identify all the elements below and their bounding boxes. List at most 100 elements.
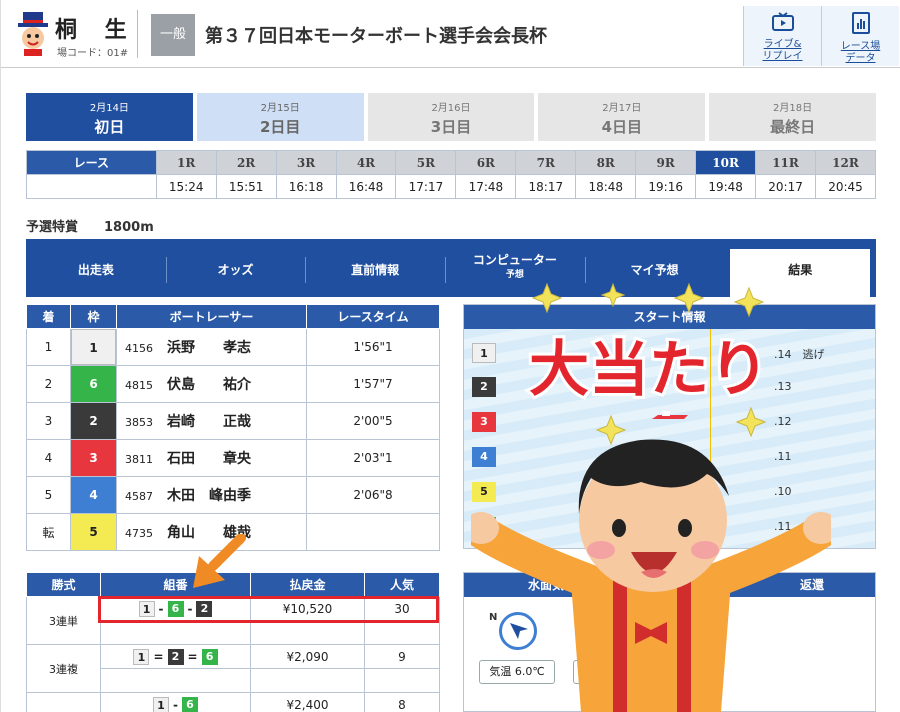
deadline-time: 20:45 — [815, 174, 876, 199]
race-link-2[interactable]: 2R — [215, 150, 277, 175]
deadline-time: 15:24 — [155, 174, 217, 199]
table-row: 4 3 3811 石田 章央 2'03"1 — [26, 439, 440, 477]
racer-cell[interactable]: 3811 石田 章央 — [116, 439, 307, 477]
race-link-4[interactable]: 4R — [335, 150, 397, 175]
lane-badge: 2 — [71, 403, 116, 439]
payout-amount: ¥2,090 — [250, 644, 365, 669]
lane-badge: 4 — [71, 477, 116, 513]
day-date: 2月17日 — [602, 103, 642, 114]
day-label: 4日目 — [601, 118, 642, 136]
race-link-10[interactable]: 10R — [695, 150, 757, 175]
start-line — [710, 329, 711, 548]
racer-cell[interactable]: 4587 木田 峰由季 — [116, 476, 307, 514]
tab-odds[interactable]: オッズ — [165, 249, 306, 297]
day-label: 初日 — [94, 118, 125, 136]
race-link-1[interactable]: 1R — [155, 150, 217, 175]
race-link-5[interactable]: 5R — [395, 150, 457, 175]
temperature-box: 気温 6.0℃ — [479, 660, 555, 684]
wind-compass-icon — [499, 612, 537, 650]
race-link-9[interactable]: 9R — [635, 150, 697, 175]
day-tab-2[interactable]: 2月15日 2日目 — [196, 93, 368, 141]
start-info-title: スタート情報 — [464, 305, 875, 329]
race-link-6[interactable]: 6R — [455, 150, 517, 175]
day-label: 最終日 — [770, 118, 816, 136]
empty-cell — [364, 668, 440, 693]
tab-label: マイ予想 — [630, 263, 679, 277]
day-tab-5[interactable]: 2月18日最終日 — [709, 93, 876, 141]
tab-pre-race-info[interactable]: 直前情報 — [305, 249, 445, 297]
racer-cell[interactable]: 3853 岩崎 正哉 — [116, 402, 307, 440]
deadline-time: 16:18 — [275, 174, 337, 199]
start-lane-badge: 5 — [472, 482, 496, 502]
tab-label: コンピューター — [472, 253, 557, 267]
start-timing: .12 — [774, 415, 792, 428]
race-time: 2'06"8 — [306, 476, 440, 514]
race-name: 予選特賞 — [26, 220, 79, 235]
deadline-time: 15:51 — [215, 174, 277, 199]
site-header: 桐 生 場コード：01# 一般 第３７回日本モーターボート選手会会長杯 ライブ&… — [1, 0, 900, 68]
combo-sep: = — [153, 649, 164, 664]
racer-reg-no: 3853 — [125, 416, 153, 429]
tab-results[interactable]: 結果 — [730, 249, 871, 297]
popularity: 9 — [364, 644, 440, 669]
racer-cell[interactable]: 4815 伏島 祐介 — [116, 365, 307, 403]
day-tabs: 2月14日初日 2月15日 2日目 2月16日 3日目 2月17日 4日目 2月18日… — [26, 93, 876, 141]
start-info-panel: スタート情報 1 2 3 4 5 6 .14 逃げ .13 .12 .11 .1… — [463, 304, 876, 549]
race-link-8[interactable]: 8R — [575, 150, 637, 175]
start-lane-badge: 2 — [472, 377, 496, 397]
bet-type — [26, 692, 101, 712]
day-tab-3[interactable]: 2月16日 3日目 — [367, 93, 539, 141]
chart-doc-icon — [851, 12, 870, 34]
race-schedule-table: レース 1R 2R 3R 4R 5R 6R 7R 8R 9R 10R 11R 1… — [26, 150, 876, 199]
combination: 1 - 6 — [100, 692, 251, 712]
place: 2 — [26, 365, 71, 403]
racer-name: 岩崎 正哉 — [167, 414, 251, 430]
tab-label: 直前情報 — [351, 263, 400, 277]
deadline-time: 16:48 — [335, 174, 397, 199]
payout-amount: ¥2,400 — [250, 692, 365, 712]
table-row: 3連複 1 = 2 = 6 ¥2,090 9 — [26, 644, 440, 693]
deadline-time: 20:17 — [755, 174, 817, 199]
racer-cell[interactable]: 4156 浜野 孝志 — [116, 328, 307, 366]
header-divider — [137, 10, 138, 58]
day-tab-1[interactable]: 2月14日初日 — [26, 93, 197, 141]
combo-lane: 1 — [133, 648, 150, 665]
racer-reg-no: 3811 — [125, 453, 153, 466]
place: 3 — [26, 402, 71, 440]
day-date: 2月15日 — [260, 103, 300, 114]
col-popularity: 人気 — [364, 572, 440, 597]
lane-cell: 1 — [70, 328, 117, 366]
deadline-time: 19:16 — [635, 174, 697, 199]
tab-my-prediction[interactable]: マイ予想 — [584, 249, 725, 297]
place: 1 — [26, 328, 71, 366]
results-table: 着 枠 ボートレーサー レースタイム 1 1 4156 浜野 孝志 1'56"1 … — [26, 304, 440, 551]
empty-cell — [100, 620, 251, 645]
race-link-7[interactable]: 7R — [515, 150, 577, 175]
bet-type: 3連複 — [26, 644, 101, 693]
refund-title: 返還 — [800, 578, 825, 592]
race-link-11[interactable]: 11R — [755, 150, 817, 175]
race-link-3[interactable]: 3R — [275, 150, 337, 175]
deadline-time: 17:17 — [395, 174, 457, 199]
day-date: 2月14日 — [89, 103, 129, 114]
boat-icon — [652, 411, 688, 419]
table-row: 2 6 4815 伏島 祐介 1'57"7 — [26, 365, 440, 403]
day-tab-4[interactable]: 2月17日 4日目 — [538, 93, 710, 141]
lane-badge: 6 — [71, 366, 116, 402]
day-date: 2月18日 — [773, 103, 813, 114]
live-replay-button[interactable]: ライブ& リプレイ — [743, 6, 821, 66]
table-row: 3 2 3853 岩崎 正哉 2'00"5 — [26, 402, 440, 440]
tab-computer-prediction[interactable]: コンピューター 予想 — [445, 249, 585, 297]
tab-entry-list[interactable]: 出走表 — [26, 249, 166, 297]
race-subtitle: 予選特賞 1800m — [26, 216, 154, 235]
empty-cell — [250, 620, 365, 645]
col-bet-type: 勝式 — [26, 572, 101, 597]
tab-sublabel: 予想 — [505, 270, 524, 280]
start-timing: .14 逃げ — [774, 346, 825, 362]
venue-data-button[interactable]: レース場 データ — [821, 6, 899, 66]
race-time — [306, 513, 440, 551]
race-time: 1'57"7 — [306, 365, 440, 403]
race-link-12[interactable]: 12R — [815, 150, 876, 175]
race-nav-tabs: 出走表 オッズ 直前情報 コンピューター予想 マイ予想 結果 — [26, 239, 876, 297]
race-time: 2'00"5 — [306, 402, 440, 440]
